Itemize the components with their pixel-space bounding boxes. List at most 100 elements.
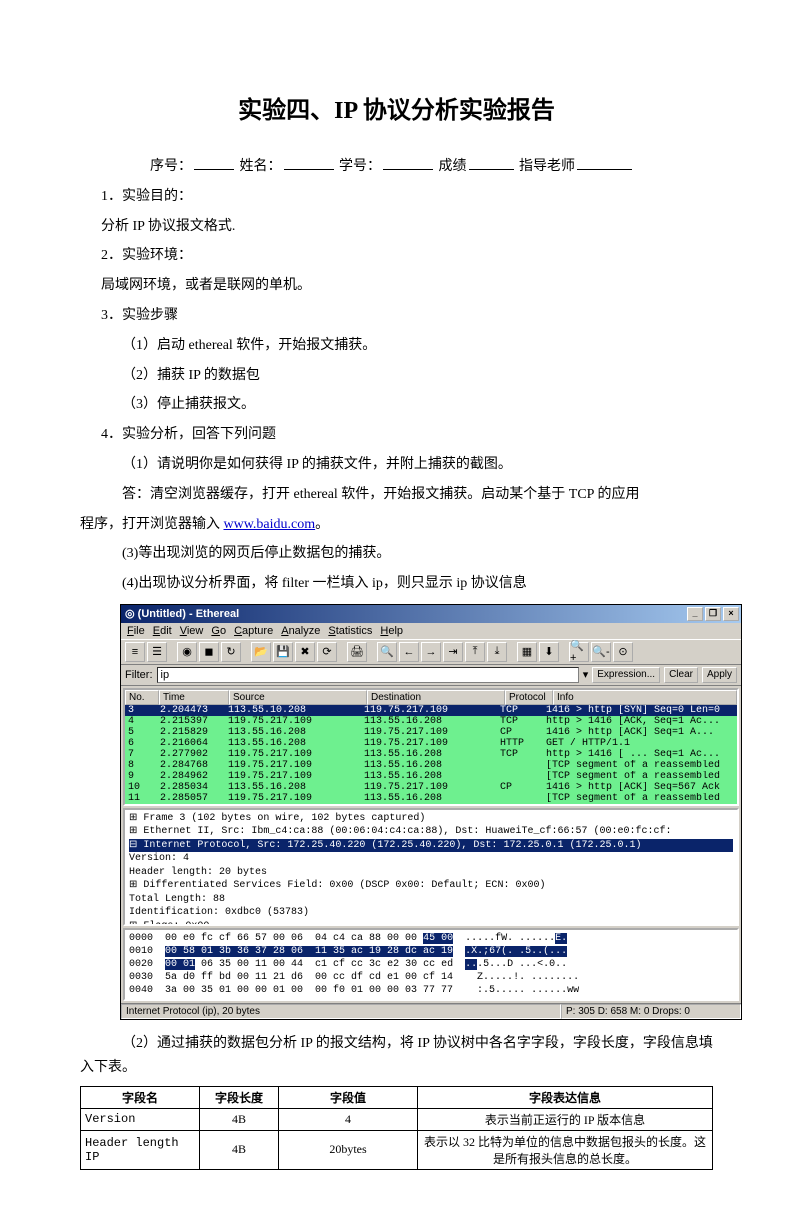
packet-row[interactable]: 32.204473113.55.10.208119.75.217.109TCP1… xyxy=(125,705,737,716)
packet-bytes-pane[interactable]: 0000 00 e0 fc cf 66 57 00 06 04 c4 ca 88… xyxy=(123,928,739,1001)
detail-line[interactable]: ⊞ Frame 3 (102 bytes on wire, 102 bytes … xyxy=(129,812,733,826)
packet-row[interactable]: 82.284768119.75.217.109113.55.16.208[TCP… xyxy=(125,760,737,771)
tb-restart-icon[interactable]: ↻ xyxy=(221,642,241,662)
toolbar: ≡ ☰ ◉ ◼ ↻ 📂 💾 ✖ ⟳ 🖨 🔍 ← → ⇥ ⤒ ⤓ ▦ ⬇ 🔍+ xyxy=(121,639,741,665)
tb-find-icon[interactable]: 🔍 xyxy=(377,642,397,662)
sec-4-2: （2）通过捕获的数据包分析 IP 的报文结构，将 IP 协议树中各名字字段，字段… xyxy=(80,1032,713,1080)
tb-print-icon[interactable]: 🖨 xyxy=(347,642,367,662)
menu-statistics[interactable]: Statistics xyxy=(328,625,372,637)
hex-line[interactable]: 0000 00 e0 fc cf 66 57 00 06 04 c4 ca 88… xyxy=(129,932,733,945)
packet-row[interactable]: 112.285057119.75.217.109113.55.16.208[TC… xyxy=(125,793,737,804)
apply-button[interactable]: Apply xyxy=(702,667,737,683)
detail-line[interactable]: ⊟ Internet Protocol, Src: 172.25.40.220 … xyxy=(129,839,733,853)
menu-edit[interactable]: Edit xyxy=(153,625,172,637)
tb-open-icon[interactable]: 📂 xyxy=(251,642,271,662)
packet-list-header: No. Time Source Destination Protocol Inf… xyxy=(125,690,737,705)
label-teacher: 指导老师 xyxy=(519,159,575,174)
link-baidu[interactable]: www.baidu.com xyxy=(224,517,316,532)
packet-row[interactable]: 52.215829113.55.16.208119.75.217.109CP14… xyxy=(125,727,737,738)
td-name: Version xyxy=(81,1108,200,1130)
menu-capture[interactable]: Capture xyxy=(234,625,273,637)
hdr-info[interactable]: Info xyxy=(553,690,737,705)
menu-analyze[interactable]: Analyze xyxy=(281,625,320,637)
blank-sid[interactable] xyxy=(383,155,433,170)
page-title: 实验四、IP 协议分析实验报告 xyxy=(80,90,713,125)
filter-dropdown-icon[interactable]: ▾ xyxy=(583,668,589,681)
sec-1-body: 分析 IP 协议报文格式. xyxy=(80,215,713,239)
hex-line[interactable]: 0010 00 58 01 3b 36 37 28 06 11 35 ac 19… xyxy=(129,945,733,958)
menu-view[interactable]: View xyxy=(180,625,204,637)
detail-line[interactable]: ⊞ Differentiated Services Field: 0x00 (D… xyxy=(129,879,733,893)
sec-4-1: （1）请说明你是如何获得 IP 的捕获文件，并附上捕获的截图。 xyxy=(80,453,713,477)
form-line: 序号： 姓名： 学号： 成绩 指导老师 xyxy=(80,155,713,179)
tb-save-icon[interactable]: 💾 xyxy=(273,642,293,662)
hdr-no[interactable]: No. xyxy=(125,690,159,705)
detail-line[interactable]: Identification: 0xdbc0 (53783) xyxy=(129,906,733,920)
detail-line[interactable]: ⊞ Ethernet II, Src: Ibm_c4:ca:88 (00:06:… xyxy=(129,825,733,839)
tb-zoomin-icon[interactable]: 🔍+ xyxy=(569,642,589,662)
detail-line[interactable]: Total Length: 88 xyxy=(129,893,733,907)
tb-start-icon[interactable]: ◉ xyxy=(177,642,197,662)
window-title: (Untitled) - Ethereal xyxy=(138,608,239,620)
menubar: File Edit View Go Capture Analyze Statis… xyxy=(121,623,741,639)
blank-name[interactable] xyxy=(284,155,334,170)
blank-seq[interactable] xyxy=(194,155,234,170)
menu-file[interactable]: File xyxy=(127,625,145,637)
tb-fwd-icon[interactable]: → xyxy=(421,642,441,662)
tb-autoscroll-icon[interactable]: ⬇ xyxy=(539,642,559,662)
tb-goto-icon[interactable]: ⇥ xyxy=(443,642,463,662)
blank-score[interactable] xyxy=(469,155,514,170)
expression-button[interactable]: Expression... xyxy=(592,667,660,683)
label-seq: 序号： xyxy=(150,159,192,174)
sec-4-3: (3)等出现浏览的网页后停止数据包的捕获。 xyxy=(80,542,713,566)
minimize-button[interactable]: _ xyxy=(687,607,703,621)
status-right: P: 305 D: 658 M: 0 Drops: 0 xyxy=(561,1004,741,1019)
td-val: 20bytes xyxy=(279,1130,418,1169)
status-left: Internet Protocol (ip), 20 bytes xyxy=(121,1004,561,1019)
table-header-row: 字段名 字段长度 字段值 字段表达信息 xyxy=(81,1086,713,1108)
titlebar: ◎ (Untitled) - Ethereal _ ❐ × xyxy=(121,605,741,623)
tb-last-icon[interactable]: ⤓ xyxy=(487,642,507,662)
tb-options-icon[interactable]: ☰ xyxy=(147,642,167,662)
hdr-proto[interactable]: Protocol xyxy=(505,690,553,705)
packet-row[interactable]: 72.277902119.75.217.109113.55.16.208TCPh… xyxy=(125,749,737,760)
maximize-button[interactable]: ❐ xyxy=(705,607,721,621)
clear-button[interactable]: Clear xyxy=(664,667,698,683)
packet-row[interactable]: 102.285034113.55.16.208119.75.217.109CP1… xyxy=(125,782,737,793)
tb-back-icon[interactable]: ← xyxy=(399,642,419,662)
tb-reload-icon[interactable]: ⟳ xyxy=(317,642,337,662)
detail-line[interactable]: ⊞ Flags: 0x00 xyxy=(129,920,733,926)
hdr-time[interactable]: Time xyxy=(159,690,229,705)
ip-fields-table: 字段名 字段长度 字段值 字段表达信息 Version 4B 4 表示当前正运行… xyxy=(80,1086,713,1170)
hex-line[interactable]: 0020 00 01 06 35 00 11 00 44 c1 cf cc 3c… xyxy=(129,958,733,971)
tb-close-icon[interactable]: ✖ xyxy=(295,642,315,662)
hdr-dst[interactable]: Destination xyxy=(367,690,505,705)
tb-zoom100-icon[interactable]: ⊙ xyxy=(613,642,633,662)
tb-color-icon[interactable]: ▦ xyxy=(517,642,537,662)
tb-first-icon[interactable]: ⤒ xyxy=(465,642,485,662)
detail-line[interactable]: Version: 4 xyxy=(129,852,733,866)
close-button[interactable]: × xyxy=(723,607,739,621)
menu-help[interactable]: Help xyxy=(380,625,403,637)
packet-row[interactable]: 42.215397119.75.217.109113.55.16.208TCPh… xyxy=(125,716,737,727)
sec-1: 1．实验目的： xyxy=(80,185,713,209)
menu-go[interactable]: Go xyxy=(211,625,226,637)
filter-input[interactable] xyxy=(157,667,579,683)
packet-list-pane: No. Time Source Destination Protocol Inf… xyxy=(123,688,739,806)
packet-row[interactable]: 62.216064113.55.16.208119.75.217.109HTTP… xyxy=(125,738,737,749)
tb-zoomout-icon[interactable]: 🔍- xyxy=(591,642,611,662)
packet-details-pane[interactable]: ⊞ Frame 3 (102 bytes on wire, 102 bytes … xyxy=(123,808,739,926)
tb-stop-icon[interactable]: ◼ xyxy=(199,642,219,662)
status-bar: Internet Protocol (ip), 20 bytes P: 305 … xyxy=(121,1003,741,1019)
hex-line[interactable]: 0030 5a d0 ff bd 00 11 21 d6 00 cc df cd… xyxy=(129,971,733,984)
hex-line[interactable]: 0040 3a 00 35 01 00 00 01 00 00 f0 01 00… xyxy=(129,984,733,997)
sec-4-4: (4)出现协议分析界面，将 filter 一栏填入 ip，则只显示 ip 协议信… xyxy=(80,572,713,596)
sec-2: 2．实验环境： xyxy=(80,244,713,268)
detail-line[interactable]: Header length: 20 bytes xyxy=(129,866,733,880)
td-info: 表示以 32 比特为单位的信息中数据包报头的长度。这是所有报头信息的总长度。 xyxy=(418,1130,713,1169)
tb-iflist-icon[interactable]: ≡ xyxy=(125,642,145,662)
filter-label: Filter: xyxy=(125,669,153,681)
hdr-src[interactable]: Source xyxy=(229,690,367,705)
blank-teacher[interactable] xyxy=(577,155,632,170)
packet-row[interactable]: 92.284962119.75.217.109113.55.16.208[TCP… xyxy=(125,771,737,782)
